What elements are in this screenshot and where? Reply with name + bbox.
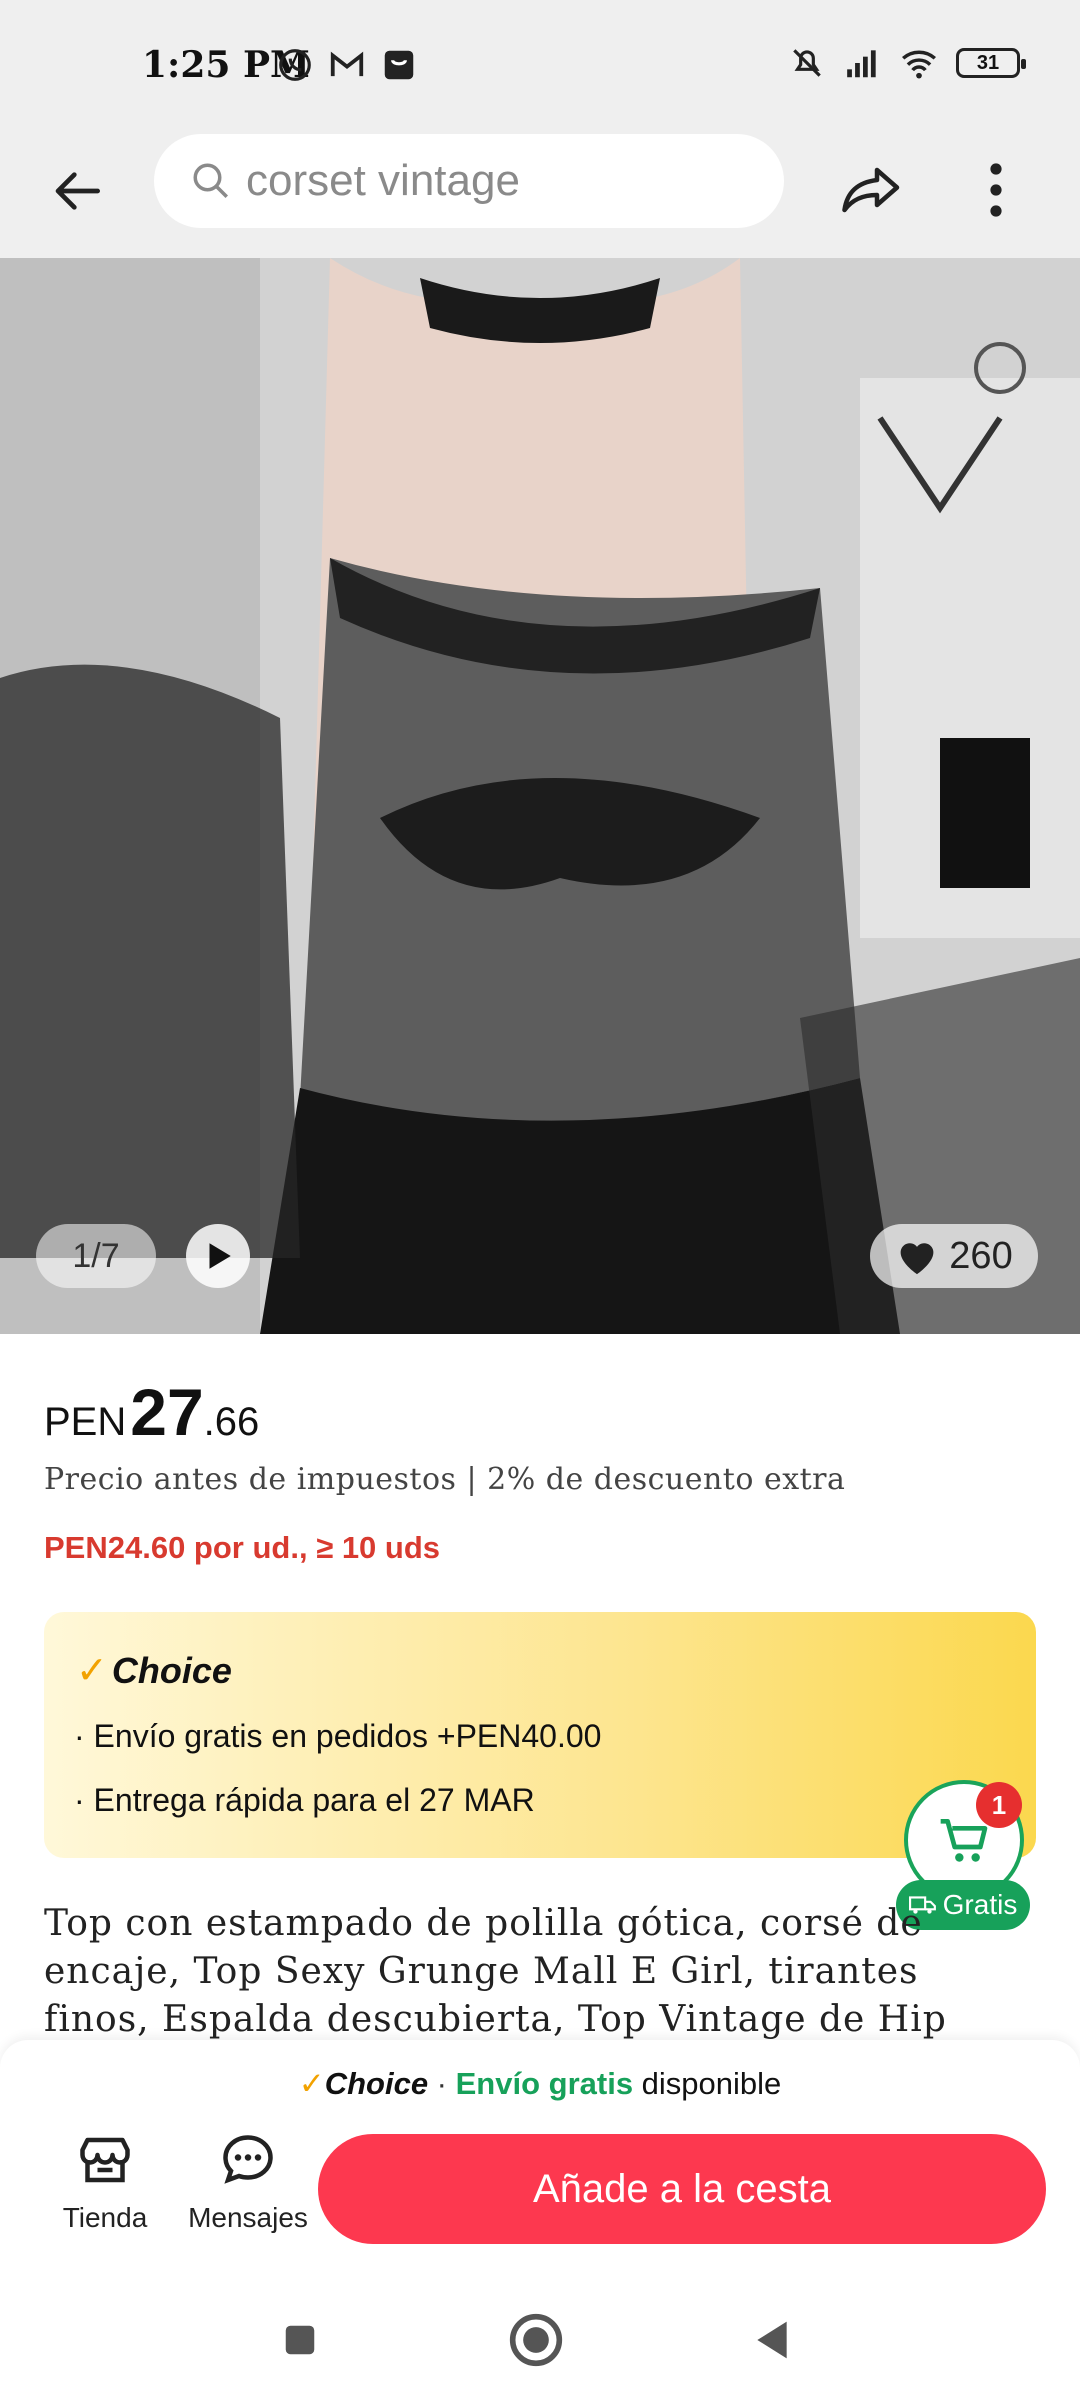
- bottom-action-bar: ✓Choice · Envío gratis disponible Tienda…: [0, 2040, 1080, 2280]
- gmail-icon: [330, 51, 364, 77]
- tax-note: Precio antes de impuestos | 2% de descue…: [44, 1462, 846, 1497]
- notification-icons: [276, 46, 418, 84]
- shopping-bag-icon: [384, 50, 414, 80]
- more-vertical-icon: [990, 163, 1002, 217]
- available-text: disponible: [633, 2066, 782, 2101]
- recent-apps-button[interactable]: [270, 2310, 330, 2370]
- store-label: Tienda: [62, 2202, 148, 2233]
- choice-benefits-box[interactable]: ✓ Choice · Envío gratis en pedidos +PEN4…: [44, 1612, 1036, 1858]
- likes-count: 260: [949, 1234, 1013, 1277]
- back-button[interactable]: [44, 156, 114, 226]
- wifi-icon: [902, 50, 936, 79]
- choice-label: Choice: [111, 1649, 232, 1691]
- signal-icon: [847, 50, 876, 78]
- choice-title: ✓ Choice: [76, 1648, 232, 1693]
- cart-count-badge: 1: [976, 1782, 1022, 1828]
- search-placeholder: corset vintage: [246, 156, 520, 205]
- square-icon: [285, 2325, 315, 2355]
- triangle-back-icon: [757, 2321, 787, 2359]
- messages-label: Mensajes: [188, 2202, 308, 2233]
- price-currency: PEN: [44, 1400, 127, 1444]
- check-icon: ✓: [76, 1650, 108, 1692]
- wishlist-button[interactable]: 260: [870, 1224, 1038, 1288]
- play-icon: [209, 1243, 231, 1269]
- check-icon: ✓: [298, 2066, 325, 2101]
- product-title: Top con estampado de polilla gótica, cor…: [44, 1903, 947, 2040]
- whatsapp-icon: [279, 49, 311, 81]
- store-button[interactable]: Tienda: [50, 2130, 160, 2234]
- back-system-button[interactable]: [742, 2310, 802, 2370]
- play-video-button[interactable]: [186, 1224, 250, 1288]
- home-button[interactable]: [506, 2310, 566, 2370]
- delivery-date-line: · Entrega rápida para el 27 MAR: [74, 1782, 535, 1818]
- system-navigation-bar: [0, 2280, 1080, 2400]
- product-page: 1:25 PM 31 corset vintage 1/7 260 PEN 27…: [0, 0, 1080, 2400]
- image-counter: 1/7: [36, 1224, 156, 1288]
- system-status-icons: 31: [788, 44, 1026, 82]
- search-input[interactable]: corset vintage: [154, 134, 784, 228]
- free-shipping-text: Envío gratis: [455, 2066, 634, 2101]
- free-shipping-line: · Envío gratis en pedidos +PEN40.00: [74, 1718, 602, 1754]
- status-bar: 1:25 PM 31: [0, 0, 1080, 130]
- store-icon: [80, 2137, 130, 2183]
- choice-shipping-banner: ✓Choice · Envío gratis disponible: [0, 2066, 1080, 2102]
- messages-button[interactable]: Mensajes: [186, 2130, 310, 2234]
- product-photo: [0, 258, 1080, 1334]
- battery-indicator: 31: [956, 48, 1026, 78]
- mute-icon: [793, 49, 821, 77]
- home-circle-icon: [509, 2313, 563, 2367]
- share-icon: [842, 167, 900, 213]
- price-decimal: .66: [203, 1400, 260, 1444]
- bulk-price[interactable]: PEN24.60 por ud., ≥ 10 uds: [44, 1530, 440, 1566]
- product-image-gallery[interactable]: 1/7 260: [0, 258, 1080, 1334]
- top-navigation: corset vintage: [0, 130, 1080, 258]
- heart-icon: [900, 1243, 934, 1275]
- chat-icon: [223, 2135, 273, 2184]
- choice-label: Choice: [324, 2066, 429, 2101]
- price: PEN 27 .66: [44, 1374, 259, 1450]
- add-to-cart-button[interactable]: Añade a la cesta: [318, 2134, 1046, 2244]
- separator: ·: [428, 2066, 456, 2101]
- search-icon: [193, 163, 228, 198]
- more-options-button[interactable]: [966, 152, 1026, 228]
- share-button[interactable]: [834, 154, 910, 226]
- price-integer: 27: [130, 1375, 204, 1449]
- arrow-left-icon: [55, 172, 100, 210]
